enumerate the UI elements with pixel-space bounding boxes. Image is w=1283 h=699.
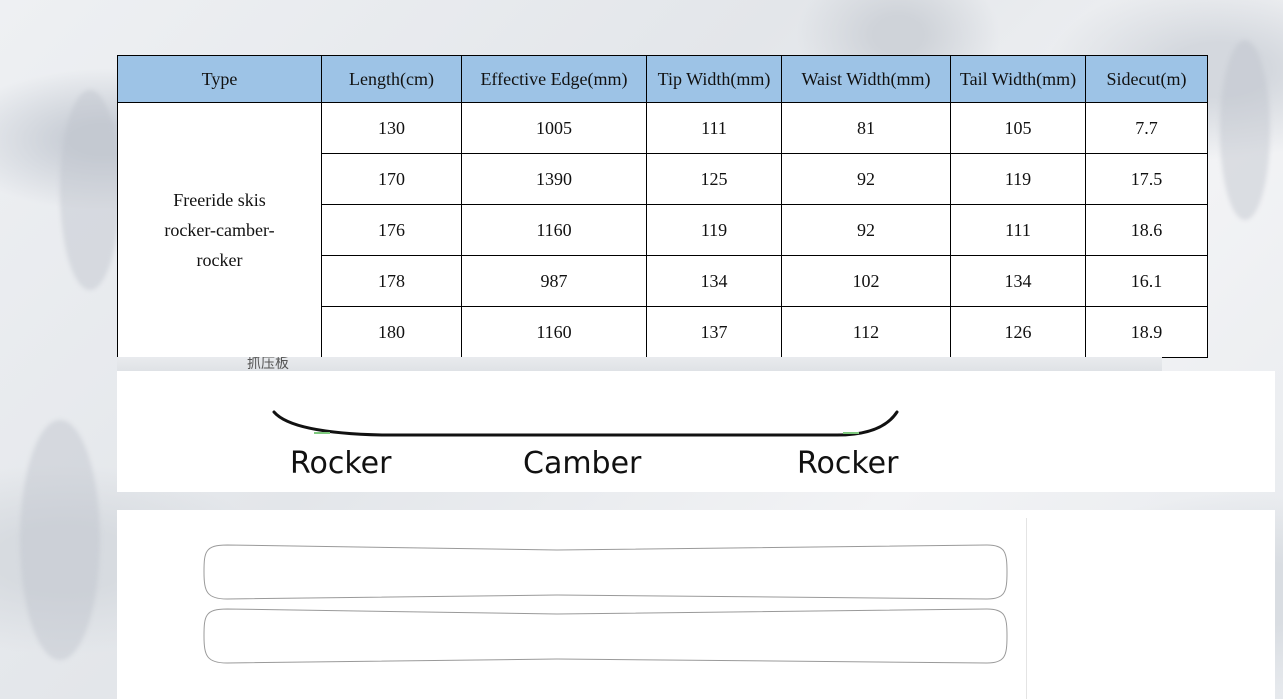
table-cell: 17.5 [1085, 153, 1208, 205]
table-cell: 134 [950, 255, 1086, 307]
header-type: Type [117, 55, 322, 103]
header-effective-edge: Effective Edge(mm) [461, 55, 647, 103]
snow-texture [1220, 40, 1270, 220]
type-line: rocker [196, 250, 243, 270]
ski-outline-icon [203, 544, 1008, 664]
table-cell: 137 [646, 306, 782, 358]
header-tail-width: Tail Width(mm) [950, 55, 1086, 103]
table-cell: 111 [950, 204, 1086, 256]
table-cell: 119 [950, 153, 1086, 205]
table-cell: 16.1 [1085, 255, 1208, 307]
table-cell: 18.9 [1085, 306, 1208, 358]
ski-spec-table: Type Length(cm) Effective Edge(mm) Tip W… [117, 55, 1208, 358]
type-line: rocker-camber- [164, 220, 275, 240]
ski-profile-panel: Rocker Camber Rocker [117, 371, 1275, 492]
type-cell: Freeride skis rocker-camber- rocker [117, 102, 322, 358]
table-cell: 180 [321, 306, 462, 358]
table-cell: 81 [781, 102, 951, 154]
table-cell: 105 [950, 102, 1086, 154]
label-camber: Camber [523, 446, 642, 481]
header-waist-width: Waist Width(mm) [781, 55, 951, 103]
table-row: Freeride skis rocker-camber- rocker 130 … [117, 102, 1208, 358]
table-cell: 1005 [461, 102, 647, 154]
snow-texture [60, 90, 120, 290]
table-cell: 112 [781, 306, 951, 358]
table-cell: 126 [950, 306, 1086, 358]
ski-outline-panel [117, 510, 1275, 699]
table-cell: 176 [321, 204, 462, 256]
table-cell: 92 [781, 204, 951, 256]
table-cell: 1160 [461, 306, 647, 358]
table-cell: 119 [646, 204, 782, 256]
header-length: Length(cm) [321, 55, 462, 103]
table-cell: 125 [646, 153, 782, 205]
table-cell: 178 [321, 255, 462, 307]
header-tip-width: Tip Width(mm) [646, 55, 782, 103]
table-cell: 987 [461, 255, 647, 307]
table-cell: 18.6 [1085, 204, 1208, 256]
table-cell: 111 [646, 102, 782, 154]
partial-table-strip: 抓压板 [117, 357, 1162, 371]
table-cell: 130 [321, 102, 462, 154]
strip-text: 抓压板 [247, 357, 289, 371]
label-rocker-left: Rocker [290, 446, 392, 481]
table-cell: 7.7 [1085, 102, 1208, 154]
panel-divider [1026, 518, 1027, 699]
table-cell: 1160 [461, 204, 647, 256]
header-sidecut: Sidecut(m) [1085, 55, 1208, 103]
table-cell: 1390 [461, 153, 647, 205]
snow-texture [20, 420, 100, 660]
table-cell: 92 [781, 153, 951, 205]
table-header-row: Type Length(cm) Effective Edge(mm) Tip W… [117, 55, 1208, 103]
type-line: Freeride skis [173, 190, 266, 210]
table-cell: 102 [781, 255, 951, 307]
label-rocker-right: Rocker [797, 446, 899, 481]
table-cell: 170 [321, 153, 462, 205]
table-cell: 134 [646, 255, 782, 307]
